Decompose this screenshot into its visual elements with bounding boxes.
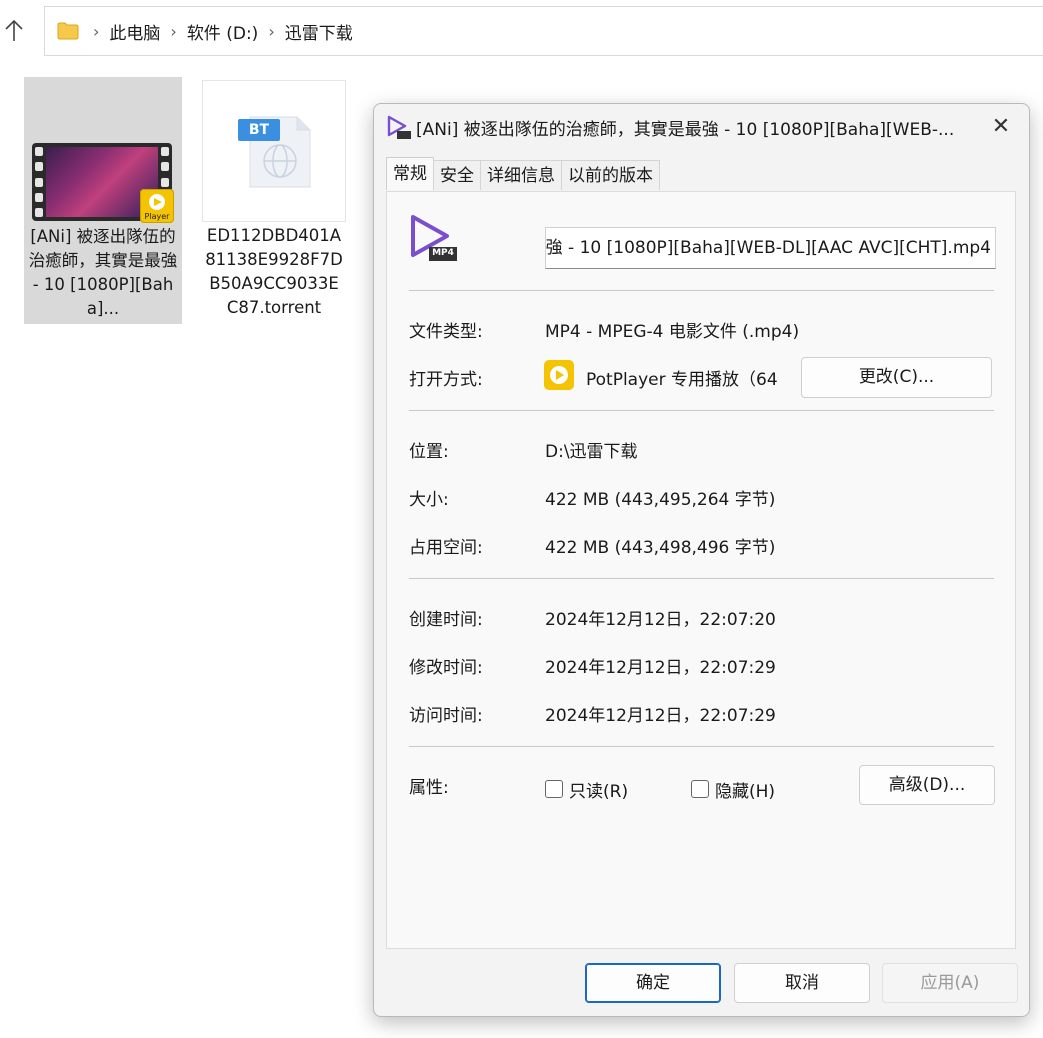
modified-value: 2024年12月12日，22:07:29 — [545, 658, 776, 678]
modified-label: 修改时间: — [409, 658, 483, 678]
hidden-checkbox[interactable] — [691, 780, 709, 798]
apply-button[interactable]: 应用(A) — [882, 963, 1018, 1003]
potplayer-icon — [544, 360, 574, 390]
divider — [409, 746, 994, 747]
breadcrumb-folder[interactable]: 迅雷下载 — [285, 19, 353, 44]
properties-dialog: [ANi] 被逐出隊伍的治癒師，其實是最強 - 10 [1080P][Baha]… — [373, 103, 1030, 1017]
file-tile-torrent[interactable]: BT ED112DBD401A81138E9928F7DB50A9CC9033E… — [202, 80, 346, 324]
filename-input[interactable]: 強 - 10 [1080P][Baha][WEB-DL][AAC AVC][CH… — [545, 227, 996, 269]
divider — [409, 290, 994, 291]
location-label: 位置: — [409, 442, 449, 462]
cancel-button[interactable]: 取消 — [734, 963, 870, 1003]
size-on-disk-value: 422 MB (443,498,496 字节) — [545, 538, 776, 558]
accessed-label: 访问时间: — [409, 706, 483, 726]
up-arrow-icon[interactable] — [0, 15, 28, 47]
mp4-file-icon — [386, 114, 412, 140]
file-type-label: 文件类型: — [409, 322, 483, 342]
folder-icon — [57, 22, 79, 40]
breadcrumb-drive-d[interactable]: 软件 (D:) — [187, 19, 259, 44]
readonly-checkbox[interactable] — [545, 780, 563, 798]
file-type-value: MP4 - MPEG-4 电影文件 (.mp4) — [545, 322, 800, 342]
size-value: 422 MB (443,495,264 字节) — [545, 490, 776, 510]
attributes-label: 属性: — [409, 778, 449, 798]
breadcrumb-this-pc[interactable]: 此电脑 — [109, 19, 160, 44]
general-panel: MP4 強 - 10 [1080P][Baha][WEB-DL][AAC AVC… — [386, 191, 1016, 949]
mp4-file-icon: MP4 — [409, 214, 459, 266]
hidden-label[interactable]: 隐藏(H) — [715, 777, 775, 802]
chevron-right-icon: › — [268, 21, 275, 41]
tab-previous-versions[interactable]: 以前的版本 — [561, 160, 660, 190]
size-label: 大小: — [409, 490, 449, 510]
created-value: 2024年12月12日，22:07:20 — [545, 610, 776, 630]
ok-button[interactable]: 确定 — [585, 963, 721, 1003]
divider — [409, 410, 994, 411]
file-name: [ANi] 被逐出隊伍的治癒師，其實是最強 - 10 [1080P][Baha]… — [28, 227, 178, 318]
chevron-right-icon: › — [170, 21, 177, 41]
potplayer-badge-icon: Player — [140, 189, 174, 223]
file-name: ED112DBD401A81138E9928F7DB50A9CC9033EC87… — [205, 226, 343, 317]
torrent-file-icon: BT — [202, 80, 346, 222]
accessed-value: 2024年12月12日，22:07:29 — [545, 706, 776, 726]
tab-security[interactable]: 安全 — [433, 160, 481, 190]
tab-details[interactable]: 详细信息 — [480, 160, 562, 190]
close-icon[interactable]: ✕ — [983, 110, 1019, 144]
readonly-label[interactable]: 只读(R) — [569, 777, 628, 802]
dialog-title: [ANi] 被逐出隊伍的治癒師，其實是最強 - 10 [1080P][Baha]… — [416, 120, 955, 140]
size-on-disk-label: 占用空间: — [409, 538, 483, 558]
tab-general[interactable]: 常规 — [386, 157, 434, 190]
tab-bar: 常规 安全 详细信息 以前的版本 — [386, 157, 660, 192]
advanced-button[interactable]: 高级(D)... — [859, 765, 995, 805]
open-with-label: 打开方式: — [409, 370, 483, 390]
open-with-value: PotPlayer 专用播放（64 — [586, 370, 778, 390]
change-button[interactable]: 更改(C)... — [801, 357, 992, 398]
location-value: D:\迅雷下载 — [545, 442, 638, 462]
chevron-right-icon: › — [93, 21, 100, 41]
address-bar[interactable]: › 此电脑 › 软件 (D:) › 迅雷下载 — [44, 6, 1043, 56]
created-label: 创建时间: — [409, 610, 483, 630]
bt-label: BT — [248, 122, 270, 138]
mp4-badge-text: MP4 — [432, 248, 454, 258]
divider — [409, 578, 994, 579]
file-tile-video[interactable]: Player [ANi] 被逐出隊伍的治癒師，其實是最強 - 10 [1080P… — [24, 77, 182, 324]
